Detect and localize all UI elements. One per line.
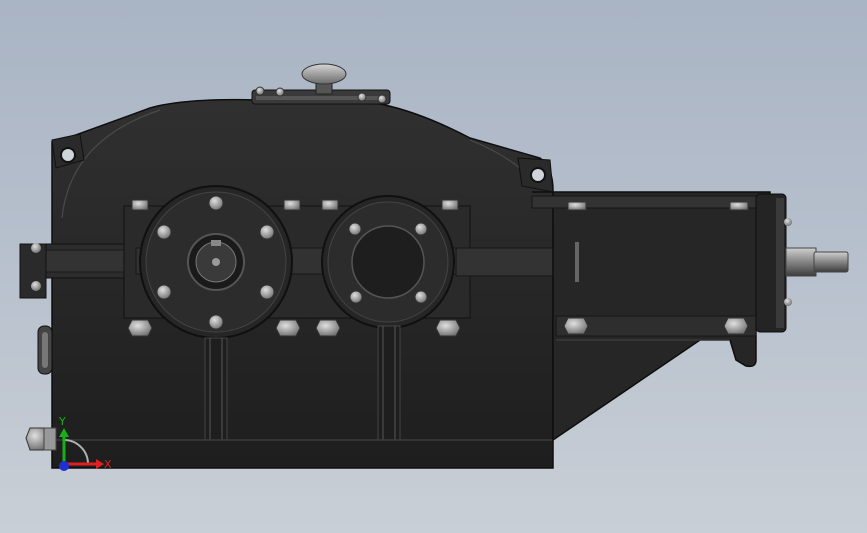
right-mount-hole (530, 167, 546, 183)
z-axis-dot (59, 461, 69, 471)
support-rib-right (377, 325, 401, 441)
cover-bolt (357, 92, 367, 102)
cap-bolt (156, 224, 172, 240)
cap-bolt (414, 290, 428, 304)
flange-lug-bolt (31, 281, 41, 291)
cap-bolt (259, 284, 275, 300)
flange-lug-bolt (31, 243, 41, 253)
ext-bolt (567, 201, 587, 211)
cap-bolt (208, 195, 224, 211)
cap-bolt (348, 222, 362, 236)
cap-bolt (156, 284, 172, 300)
cap-bolt (349, 290, 363, 304)
cover-bolt (275, 87, 285, 97)
left-mount-hole (60, 147, 76, 163)
output-shaft-collar (785, 247, 817, 277)
end-cap-bolt (784, 218, 792, 226)
input-shaft-center (212, 258, 220, 266)
ext-nut (723, 317, 749, 335)
bearing-cap-right-center (351, 225, 425, 299)
inspection-cover-rim (256, 96, 386, 100)
cap-bolt (208, 314, 224, 330)
cover-bolt (255, 86, 265, 96)
x-axis-label: X (104, 458, 112, 471)
ext-pin (575, 242, 579, 282)
support-rib-left (204, 337, 228, 441)
split-flange-left-inner (44, 249, 138, 273)
cover-bolt (377, 94, 387, 104)
keyway (211, 240, 221, 246)
gearbox-model[interactable] (19, 63, 849, 469)
cap-bolt (414, 222, 428, 236)
cap-bolt (259, 224, 275, 240)
ext-nut (563, 317, 589, 335)
y-axis-label: Y (58, 415, 66, 428)
ext-bolt (729, 201, 749, 211)
cad-viewport[interactable]: X Y (0, 0, 867, 533)
breather-knob[interactable] (301, 63, 347, 85)
extension-top-band (531, 195, 763, 209)
output-shaft (813, 251, 849, 273)
end-cap-bolt (784, 298, 792, 306)
end-cap-lip (776, 198, 784, 328)
